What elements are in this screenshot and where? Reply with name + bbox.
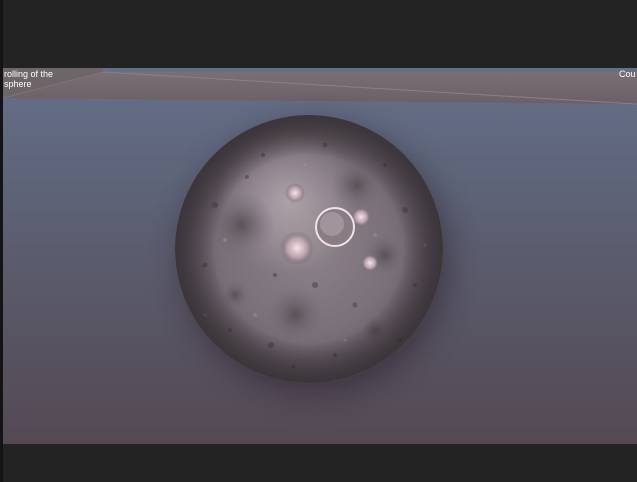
crater-surface xyxy=(175,115,443,383)
game-window: rolling of the sphere Cou xyxy=(0,0,637,482)
game-viewport[interactable] xyxy=(3,68,637,444)
hud-right-label: Cou xyxy=(619,69,636,79)
moon-sphere-icon[interactable] xyxy=(175,115,443,383)
hud-left-label: rolling of the sphere xyxy=(4,69,54,89)
